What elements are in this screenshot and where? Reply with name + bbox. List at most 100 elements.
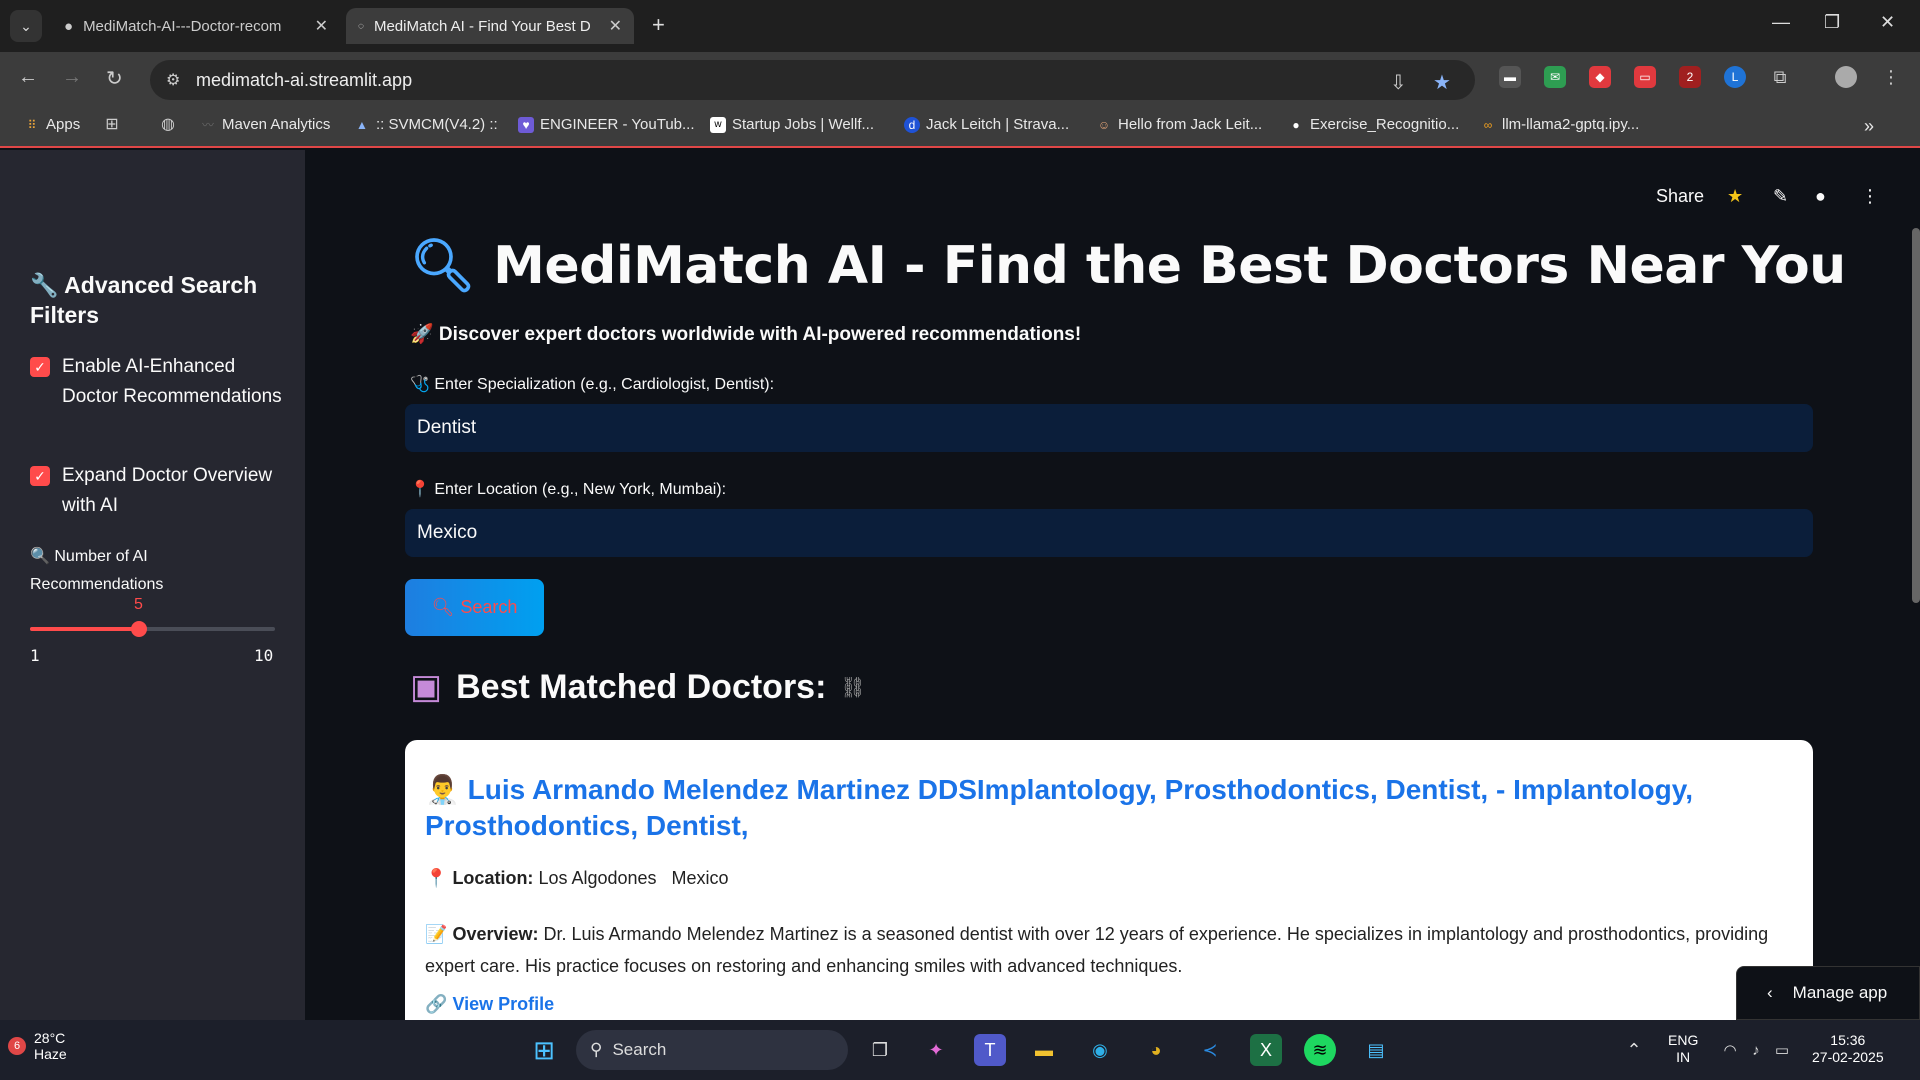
extensions-puzzle-icon[interactable]: ⧉ <box>1769 66 1791 88</box>
weather-temp: 28°C <box>34 1030 66 1046</box>
weather-widget[interactable]: 6 28°C Haze <box>8 1030 67 1062</box>
copilot-icon[interactable]: ✦ <box>920 1034 952 1066</box>
browser-tab[interactable]: ● MediMatch-AI---Doctor-recom ✕ <box>52 8 340 44</box>
loading-icon: ◌ <box>358 20 364 32</box>
address-bar[interactable]: ⚙ medimatch-ai.streamlit.app ⇩ ★ <box>150 60 1475 100</box>
bookmark-star-icon[interactable]: ★ <box>1433 70 1451 95</box>
reload-icon[interactable]: ↻ <box>106 66 123 91</box>
extension-badge: 2 <box>1686 70 1694 84</box>
github-icon[interactable]: ● <box>1815 186 1826 207</box>
tray-chevron-icon[interactable]: ⌃ <box>1618 1034 1650 1066</box>
star-icon[interactable]: ★ <box>1727 186 1743 207</box>
slider-label: 🔍 Number of AI Recommendations <box>30 548 164 593</box>
site-info-icon[interactable]: ⚙ <box>166 70 180 90</box>
checkbox-ai-enhanced[interactable]: ✓ Enable AI-Enhanced Doctor Recommendati… <box>30 352 290 412</box>
clock[interactable]: 15:36 27-02-2025 <box>1812 1032 1884 1066</box>
profile-avatar[interactable] <box>1835 66 1857 88</box>
doctor-name[interactable]: 👨‍⚕️ Luis Armando Melendez Martinez DDSI… <box>425 772 1775 844</box>
checkbox-checked-icon[interactable]: ✓ <box>30 466 50 486</box>
bookmark-item[interactable]: w Startup Jobs | Wellf... <box>710 116 874 133</box>
excel-icon[interactable]: X <box>1250 1034 1282 1066</box>
more-bookmarks-icon[interactable]: » <box>1864 116 1874 137</box>
close-window-button[interactable]: ✕ <box>1880 12 1895 33</box>
browser-tab-strip: ⌄ ● MediMatch-AI---Doctor-recom ✕ ◌ Medi… <box>0 0 1920 52</box>
bookmark-item[interactable]: ● Exercise_Recognitio... <box>1288 116 1459 133</box>
extension-icon[interactable]: ◆ <box>1589 66 1611 88</box>
extension-icon[interactable]: 2 <box>1679 66 1701 88</box>
extension-icon[interactable]: ▭ <box>1634 66 1656 88</box>
windows-start-icon[interactable]: ⊞ <box>528 1034 560 1066</box>
vscode-icon[interactable]: ≺ <box>1194 1034 1226 1066</box>
recommendations-slider[interactable] <box>30 621 275 637</box>
bookmark-item[interactable]: ☺ Hello from Jack Leit... <box>1096 116 1262 133</box>
new-tab-button[interactable]: + <box>652 12 665 38</box>
bookmark-item[interactable]: ▲:: SVMCM(V4.2) :: <box>354 116 498 133</box>
chrome-icon[interactable]: ◕ <box>1140 1034 1172 1066</box>
share-button[interactable]: Share <box>1656 186 1704 207</box>
edit-icon[interactable]: ✎ <box>1773 186 1788 207</box>
location-input[interactable]: Mexico <box>405 509 1813 557</box>
close-tab-icon[interactable]: ✕ <box>609 16 622 36</box>
slider-fill <box>30 627 139 631</box>
tab-search-button[interactable]: ⌄ <box>10 10 42 42</box>
restore-button[interactable]: ❐ <box>1824 12 1840 33</box>
checkbox-checked-icon[interactable]: ✓ <box>30 357 50 377</box>
link-icon: 🔗 <box>425 994 448 1014</box>
bookmark-item[interactable]: d Jack Leitch | Strava... <box>904 116 1069 133</box>
bookmark-item[interactable]: ♥ ENGINEER - YouTub... <box>518 116 695 133</box>
location-field-value: Los Algodones Mexico <box>538 868 729 888</box>
colab-icon: ∞ <box>1483 117 1493 132</box>
overview-label: Overview: <box>452 924 539 944</box>
github-icon: ● <box>64 17 74 35</box>
anchor-link-icon[interactable]: ⛓ <box>840 675 865 700</box>
tab-title: MediMatch AI - Find Your Best D <box>373 17 591 35</box>
heart-icon: ♥ <box>518 116 534 133</box>
manage-app-label: Manage app <box>1792 983 1888 1002</box>
browser-toolbar: ← → ↻ ⚙ medimatch-ai.streamlit.app ⇩ ★ ▬… <box>0 52 1920 106</box>
slider-min: 1 <box>30 646 40 665</box>
d-icon: d <box>904 116 920 133</box>
bookmark-apps[interactable]: ⠿ Apps <box>24 116 81 133</box>
taskbar-search[interactable]: ⚲ Search <box>576 1030 848 1070</box>
specialization-input[interactable]: Dentist <box>405 404 1813 452</box>
chevron-left-icon: ‹ <box>1767 983 1773 1002</box>
spotify-icon[interactable]: ≋ <box>1304 1034 1336 1066</box>
slider-thumb[interactable] <box>130 621 147 637</box>
extension-icon[interactable]: ✉ <box>1544 66 1566 88</box>
extension-icon[interactable]: ▬ <box>1499 66 1521 88</box>
extension-icon[interactable]: L <box>1724 66 1746 88</box>
location-value: Mexico <box>417 522 478 543</box>
minimize-button[interactable]: — <box>1772 12 1790 33</box>
bookmark-item[interactable]: ∞ llm-llama2-gptq.ipy... <box>1480 116 1640 133</box>
results-title-text: Best Matched Doctors: <box>456 667 827 706</box>
search-button[interactable]: 🔍︎ Search <box>405 579 544 636</box>
bookmarks-bar: ⠿ Apps ⊞ ◍ 〰 Maven Analytics ▲:: SVMCM(V4.… <box>0 106 1920 148</box>
results-heading: ▣ Best Matched Doctors: ⛓ <box>410 667 866 707</box>
close-tab-icon[interactable]: ✕ <box>315 16 328 36</box>
file-explorer-icon[interactable]: ▬ <box>1028 1034 1060 1066</box>
teams-icon[interactable]: T <box>974 1034 1006 1066</box>
language-indicator[interactable]: ENG IN <box>1668 1032 1698 1066</box>
globe-icon: ◍ <box>161 116 175 133</box>
checkbox-expand-overview[interactable]: ✓ Expand Doctor Overview with AI <box>30 461 290 521</box>
github-icon: ● <box>1292 117 1300 132</box>
forward-icon[interactable]: → <box>62 66 82 89</box>
scrollbar[interactable] <box>1912 228 1920 603</box>
slider-value: 5 <box>134 596 143 613</box>
bookmark-item[interactable]: 〰 Maven Analytics <box>200 116 330 133</box>
bookmark-tab-groups[interactable]: ⊞ <box>104 116 120 133</box>
task-view-icon[interactable]: ❐ <box>864 1034 896 1066</box>
main-menu-icon[interactable]: ⋮ <box>1861 186 1879 207</box>
install-app-icon[interactable]: ⇩ <box>1390 70 1407 95</box>
bookmark-globe[interactable]: ◍ <box>160 116 176 133</box>
browser-menu-icon[interactable]: ⋮ <box>1880 66 1902 88</box>
back-icon[interactable]: ← <box>18 66 38 89</box>
edge-icon[interactable]: ◉ <box>1084 1034 1116 1066</box>
browser-tab-active[interactable]: ◌ MediMatch AI - Find Your Best D ✕ <box>346 8 634 44</box>
notepad-icon[interactable]: ▤ <box>1360 1034 1392 1066</box>
manage-app-button[interactable]: ‹ Manage app <box>1736 966 1920 1020</box>
location-label: 📍 Enter Location (e.g., New York, Mumbai… <box>410 481 727 498</box>
battery-icon[interactable]: ▭ <box>1766 1034 1798 1066</box>
view-profile-link[interactable]: 🔗 View Profile <box>425 994 554 1015</box>
pin-icon: 📍 <box>425 868 448 888</box>
